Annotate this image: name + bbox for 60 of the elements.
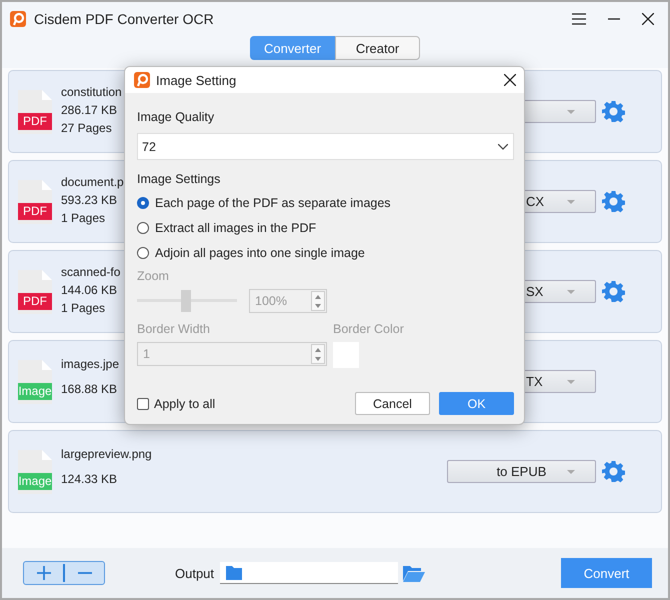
page-count: 1 Pages: [61, 300, 106, 314]
file-name: scanned-fo: [61, 264, 120, 278]
page-count: 27 Pages: [61, 120, 113, 134]
settings-icon[interactable]: [602, 100, 625, 123]
down-arrow-icon[interactable]: [315, 304, 321, 308]
down-arrow-icon[interactable]: [315, 356, 321, 360]
chevron-down-icon: [498, 144, 508, 150]
field-label: Image Quality: [137, 110, 216, 124]
file-icon: PDF: [18, 90, 52, 134]
window-title: Cisdem PDF Converter OCR: [34, 11, 214, 27]
file-name: images.jpe: [61, 357, 120, 371]
radio-option[interactable]: Extract all images in the PDF: [137, 220, 316, 236]
section-label: Image Settings: [137, 172, 222, 186]
caret-icon: [567, 110, 575, 114]
caret-icon: [567, 380, 575, 384]
minimize-icon[interactable]: [608, 18, 620, 20]
open-folder-icon[interactable]: [403, 564, 426, 582]
format-dropdown[interactable]: to EPUB: [447, 460, 596, 483]
close-icon[interactable]: [504, 74, 516, 86]
file-size: 168.88 KB: [61, 382, 118, 396]
plus-icon: [36, 565, 52, 581]
field-label: Border Width: [137, 322, 210, 336]
file-name: document.p: [61, 174, 124, 188]
field-label: Border Color: [333, 322, 404, 336]
up-arrow-icon[interactable]: [315, 294, 321, 298]
up-arrow-icon[interactable]: [315, 348, 321, 352]
file-icon: Image: [18, 360, 52, 404]
caret-icon: [567, 470, 575, 474]
file-name: largepreview.png: [61, 447, 152, 461]
radio-option[interactable]: Each page of the PDF as separate images: [137, 195, 391, 211]
file-size: 124.33 KB: [61, 472, 118, 486]
file-name: constitution: [61, 84, 122, 98]
file-size: 286.17 KB: [61, 102, 118, 116]
file-icon: Image: [18, 450, 52, 494]
file-size: 144.06 KB: [61, 282, 118, 296]
file-icon: PDF: [18, 180, 52, 224]
caret-icon: [567, 290, 575, 294]
minus-icon: [76, 572, 92, 574]
app-logo-icon: [134, 72, 150, 88]
apply-all-checkbox[interactable]: Apply to all: [137, 396, 216, 410]
settings-icon[interactable]: [602, 280, 625, 303]
app-logo-icon: [10, 11, 26, 27]
zoom-slider[interactable]: [137, 290, 237, 312]
dialog-title: Image Setting: [156, 72, 236, 88]
page-count: 1 Pages: [61, 210, 106, 224]
tab[interactable]: Creator: [335, 36, 420, 60]
caret-icon: [567, 200, 575, 204]
settings-icon[interactable]: [602, 190, 625, 213]
output-field[interactable]: [220, 562, 398, 584]
output-label: Output: [175, 566, 214, 580]
field-label: Zoom: [137, 269, 170, 283]
menu-icon[interactable]: [572, 13, 586, 25]
settings-icon[interactable]: [602, 460, 625, 483]
radio-option[interactable]: Adjoin all pages into one single image: [137, 245, 365, 261]
quality-dropdown[interactable]: 72: [137, 133, 514, 160]
folder-icon: [226, 566, 242, 580]
file-size: 593.23 KB: [61, 192, 118, 206]
file-icon: PDF: [18, 270, 52, 314]
close-icon[interactable]: [642, 13, 654, 25]
cancel-button[interactable]: Cancel: [355, 392, 430, 415]
